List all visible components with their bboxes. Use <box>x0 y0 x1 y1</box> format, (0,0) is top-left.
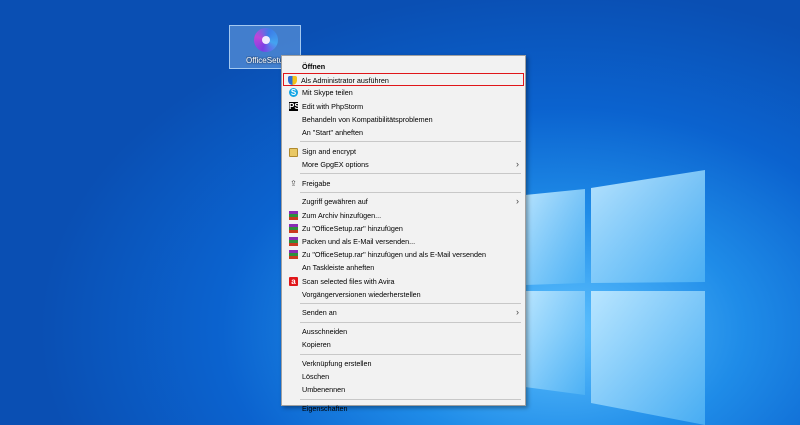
winrar-icon <box>289 223 298 233</box>
menu-item-eigenschaften[interactable]: Eigenschaften <box>285 402 522 415</box>
menu-item-label: An Taskleiste anheften <box>302 263 375 273</box>
menu-item-löschen[interactable]: Löschen <box>285 370 522 383</box>
menu-item-label: Verknüpfung erstellen <box>302 359 372 368</box>
chevron-right-icon: › <box>516 158 519 169</box>
menu-item-label: Mit Skype teilen <box>302 88 353 98</box>
office-setup-icon <box>254 28 278 52</box>
menu-separator <box>300 173 521 175</box>
phpstorm-icon: PS <box>289 101 300 111</box>
menu-item-label: Senden an <box>302 308 337 318</box>
menu-item-sign-and-encrypt[interactable]: Sign and encrypt <box>285 145 522 158</box>
menu-item-zu-officesetup-rar-hinzufügen[interactable]: Zu "OfficeSetup.rar" hinzufügen <box>285 222 522 235</box>
menu-item-label: Freigabe <box>302 178 331 188</box>
menu-item-vorgängerversionen-wiederherstellen[interactable]: Vorgängerversionen wiederherstellen <box>285 288 522 301</box>
menu-item-als-administrator-ausführen[interactable]: Als Administrator ausführen <box>283 73 524 87</box>
menu-item-verknüpfung-erstellen[interactable]: Verknüpfung erstellen <box>285 357 522 370</box>
menu-item-mit-skype-teilen[interactable]: S Mit Skype teilen <box>285 86 522 99</box>
winrar-icon <box>289 210 298 220</box>
menu-item-scan-selected-files-with-avira[interactable]: a Scan selected files with Avira <box>285 275 522 288</box>
menu-item-label: Umbenennen <box>302 385 346 395</box>
menu-item-umbenennen[interactable]: Umbenennen <box>285 383 522 396</box>
chevron-right-icon: › <box>516 307 519 318</box>
avira-icon: a <box>289 276 298 286</box>
chevron-right-icon: › <box>516 196 519 207</box>
menu-item-label: An "Start" anheften <box>302 128 364 137</box>
menu-item-more-gpgex-options[interactable]: More GpgEX options › <box>285 158 522 171</box>
menu-item-freigabe[interactable]: ⇪ Freigabe <box>285 177 522 190</box>
menu-item-label: Als Administrator ausführen <box>301 76 389 86</box>
menu-item-zum-archiv-hinzufügen[interactable]: Zum Archiv hinzufügen... <box>285 209 522 222</box>
menu-item-packen-und-als-e-mail-versenden[interactable]: Packen und als E-Mail versenden... <box>285 235 522 248</box>
menu-item-label: More GpgEX options <box>302 159 369 169</box>
menu-item-behandeln-von-kompatibilitätsproblemen[interactable]: Behandeln von Kompatibilitätsproblemen <box>285 113 522 126</box>
menu-item-label: Zugriff gewähren auf <box>302 197 368 207</box>
shield-icon <box>288 76 297 86</box>
winrar-icon <box>289 250 298 260</box>
menu-item-label: Löschen <box>302 372 330 382</box>
menu-item-edit-with-phpstorm[interactable]: PS Edit with PhpStorm <box>285 100 522 113</box>
share-icon: ⇪ <box>290 178 297 188</box>
windows-logo <box>525 170 705 425</box>
menu-item-label: Zu "OfficeSetup.rar" hinzufügen und als … <box>302 250 486 260</box>
menu-item-label: Zu "OfficeSetup.rar" hinzufügen <box>302 223 403 233</box>
menu-item-ausschneiden[interactable]: Ausschneiden <box>285 325 522 338</box>
skype-icon: S <box>289 88 298 98</box>
menu-item-label: Ausschneiden <box>302 327 348 337</box>
menu-item-senden-an[interactable]: Senden an › <box>285 306 522 319</box>
menu-separator <box>300 398 521 400</box>
menu-item-zu-officesetup-rar-hinzufügen-und-als-e-mail-versenden[interactable]: Zu "OfficeSetup.rar" hinzufügen und als … <box>285 248 522 261</box>
context-menu: Öffnen Als Administrator ausführen S Mit Sk… <box>281 55 526 413</box>
menu-separator <box>300 303 521 305</box>
menu-item-label: Vorgängerversionen wiederherstellen <box>302 289 421 299</box>
menu-item-label: Eigenschaften <box>302 404 348 414</box>
menu-item-an-start-anheften[interactable]: An "Start" anheften <box>285 126 522 139</box>
menu-separator <box>300 353 521 355</box>
menu-separator <box>300 141 521 143</box>
menu-item-label: Kopieren <box>302 340 331 350</box>
menu-item-label: Packen und als E-Mail versenden... <box>302 236 416 246</box>
winrar-icon <box>289 236 298 246</box>
menu-item-zugriff-gewähren-auf[interactable]: Zugriff gewähren auf › <box>285 195 522 208</box>
menu-item-kopieren[interactable]: Kopieren <box>285 338 522 351</box>
menu-separator <box>300 321 521 323</box>
menu-item-label: Sign and encrypt <box>302 146 356 156</box>
menu-item-label: Edit with PhpStorm <box>302 101 364 111</box>
menu-item-label: Zum Archiv hinzufügen... <box>302 210 382 220</box>
menu-item-label: Behandeln von Kompatibilitätsproblemen <box>302 114 433 124</box>
lock-icon <box>289 147 298 157</box>
menu-separator <box>300 192 521 194</box>
menu-item-öffnen[interactable]: Öffnen <box>285 60 522 73</box>
menu-item-label: Scan selected files with Avira <box>302 276 395 286</box>
menu-item-label: Öffnen <box>302 62 326 71</box>
menu-item-an-taskleiste-anheften[interactable]: An Taskleiste anheften <box>285 261 522 274</box>
